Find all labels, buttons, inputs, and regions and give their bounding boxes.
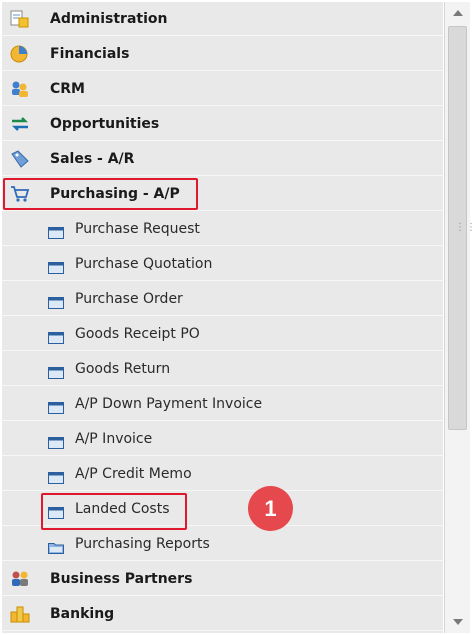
form-window-icon (48, 294, 64, 309)
menu-item-label: Administration (50, 11, 168, 27)
submenu-item-label: A/P Credit Memo (75, 466, 192, 482)
menu-item-banking[interactable]: Banking (2, 597, 443, 631)
financials-icon (10, 45, 30, 63)
submenu-item-ap-down-payment-invoice[interactable]: A/P Down Payment Invoice (2, 387, 443, 421)
submenu-item-label: Purchase Request (75, 221, 200, 237)
opportunities-icon (10, 115, 30, 133)
menu-item-financials[interactable]: Financials (2, 37, 443, 71)
submenu-item-label: A/P Down Payment Invoice (75, 396, 263, 412)
menu-item-label: Opportunities (50, 116, 160, 132)
form-window-icon (48, 469, 64, 484)
submenu-item-goods-return[interactable]: Goods Return (2, 352, 443, 386)
submenu-item-label: A/P Invoice (75, 431, 153, 447)
form-window-icon (48, 364, 64, 379)
form-window-icon (48, 259, 64, 274)
menu-item-label: Sales - A/R (50, 151, 135, 167)
menu-item-administration[interactable]: Administration (2, 2, 443, 36)
arrow-down-icon (453, 619, 463, 625)
arrow-up-icon (453, 10, 463, 16)
vertical-scrollbar[interactable]: ⋮⋮ (444, 2, 472, 633)
submenu-item-ap-invoice[interactable]: A/P Invoice (2, 422, 443, 456)
landed-costs-highlight-box (41, 493, 187, 530)
sales-icon (10, 150, 30, 168)
purchasing-highlight-box (3, 178, 198, 210)
submenu-item-purchase-quotation[interactable]: Purchase Quotation (2, 247, 443, 281)
scroll-down-button[interactable] (445, 611, 470, 633)
business-partners-icon (10, 570, 30, 588)
submenu-item-label: Purchase Quotation (75, 256, 213, 272)
form-window-icon (48, 329, 64, 344)
main-menu-panel: Administration Financials CRM Opportunit… (2, 2, 443, 633)
reports-folder-icon (48, 539, 64, 554)
form-window-icon (48, 399, 64, 414)
scrollbar-thumb[interactable]: ⋮⋮ (448, 26, 472, 430)
submenu-item-purchase-order[interactable]: Purchase Order (2, 282, 443, 316)
step-number-badge: 1 (248, 486, 293, 531)
submenu-item-ap-credit-memo[interactable]: A/P Credit Memo (2, 457, 443, 491)
menu-item-sales[interactable]: Sales - A/R (2, 142, 443, 176)
submenu-item-label: Goods Receipt PO (75, 326, 200, 342)
menu-item-crm[interactable]: CRM (2, 72, 443, 106)
submenu-item-label: Purchase Order (75, 291, 183, 307)
menu-item-label: Banking (50, 606, 115, 622)
form-window-icon (48, 224, 64, 239)
menu-item-business-partners[interactable]: Business Partners (2, 562, 443, 596)
banking-icon (10, 605, 30, 623)
submenu-item-label: Goods Return (75, 361, 171, 377)
administration-icon (10, 10, 30, 28)
menu-item-label: Business Partners (50, 571, 193, 587)
submenu-item-label: Purchasing Reports (75, 536, 210, 552)
submenu-item-purchase-request[interactable]: Purchase Request (2, 212, 443, 246)
crm-icon (10, 80, 30, 98)
menu-item-opportunities[interactable]: Opportunities (2, 107, 443, 141)
scroll-up-button[interactable] (445, 2, 470, 24)
menu-item-label: Financials (50, 46, 130, 62)
submenu-item-goods-receipt-po[interactable]: Goods Receipt PO (2, 317, 443, 351)
menu-item-label: CRM (50, 81, 85, 97)
form-window-icon (48, 434, 64, 449)
grip-icon: ⋮⋮ (455, 222, 472, 233)
submenu-item-purchasing-reports[interactable]: Purchasing Reports (2, 527, 443, 561)
